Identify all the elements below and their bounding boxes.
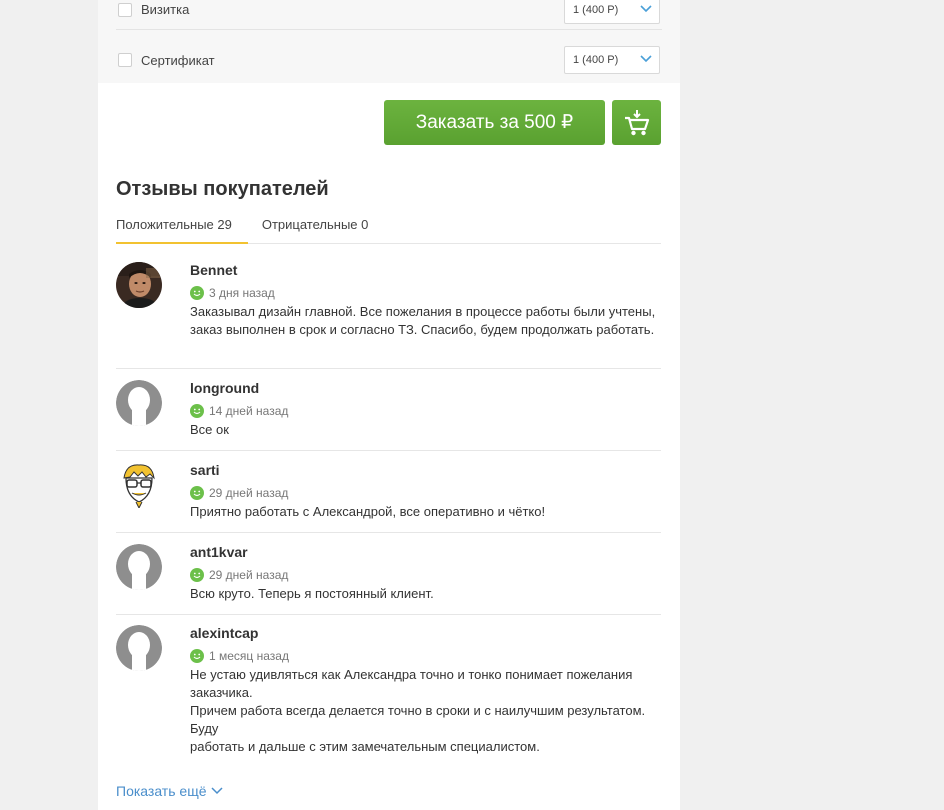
review-text: Не устаю удивляться как Александра точно… (190, 666, 660, 756)
review-time: 29 дней назад (209, 568, 289, 582)
positive-smile-icon (190, 568, 204, 582)
review-time: 1 месяц назад (209, 649, 289, 663)
reviews-tabs: Положительные 29 Отрицательные 0 (116, 206, 661, 244)
review-text: Все ок (190, 422, 229, 437)
review-body: ant1kvar 29 дней назад Всю круто. Теперь… (190, 544, 660, 603)
review-meta: 29 дней назад (190, 568, 660, 582)
reviewer-name[interactable]: Bennet (190, 262, 660, 280)
review-time: 14 дней назад (209, 404, 289, 418)
review-meta: 14 дней назад (190, 404, 660, 418)
select-value: 1 (400 Р) (573, 54, 619, 66)
order-button[interactable]: Заказать за 500 ₽ (384, 100, 605, 145)
review-body: Bennet 3 дня назад Заказывал дизайн глав… (190, 262, 660, 339)
review-text-line: работать и дальше с этим замечательным с… (190, 739, 540, 754)
review-meta: 29 дней назад (190, 486, 660, 500)
select-value: 1 (400 Р) (573, 3, 619, 16)
positive-smile-icon (190, 404, 204, 418)
quantity-select-certificate[interactable]: 1 (400 Р) (564, 46, 660, 74)
default-user-icon (116, 380, 162, 426)
reviewer-name[interactable]: ant1kvar (190, 544, 660, 562)
option-row-vizitka: Визитка 1 (400 Р) (116, 0, 662, 30)
review-item: sarti 29 дней назад Приятно работать с А… (116, 462, 661, 533)
review-body: sarti 29 дней назад Приятно работать с А… (190, 462, 660, 521)
tab-positive[interactable]: Положительные 29 (116, 206, 248, 244)
quantity-select-vizitka[interactable]: 1 (400 Р) (564, 0, 660, 24)
show-more-label: Показать ещё (116, 783, 207, 799)
review-time: 29 дней назад (209, 486, 289, 500)
review-text: Всю круто. Теперь я постоянный клиент. (190, 586, 434, 601)
review-item: longround 14 дней назад Все ок (116, 380, 661, 451)
positive-smile-icon (190, 286, 204, 300)
reviews-title: Отзывы покупателей (116, 178, 329, 200)
show-more-link[interactable]: Показать ещё (116, 783, 223, 799)
cart-add-icon (624, 109, 649, 135)
review-meta: 3 дня назад (190, 286, 660, 300)
review-text: Приятно работать с Александрой, все опер… (190, 504, 546, 519)
option-row-certificate: Сертификат 1 (400 Р) (116, 40, 662, 80)
option-checkbox-certificate[interactable] (118, 53, 132, 67)
reviewer-name[interactable]: sarti (190, 462, 660, 480)
review-text-line: Причем работа всегда делается точно в ср… (190, 703, 646, 736)
review-item: alexintcap 1 месяц назад Не устаю удивля… (116, 625, 661, 765)
add-to-cart-button[interactable] (612, 100, 661, 145)
avatar[interactable] (116, 544, 162, 590)
order-card: Визитка 1 (400 Р) Сертификат 1 (400 Р) З… (98, 0, 680, 810)
avatar[interactable] (116, 380, 162, 426)
reviewer-name[interactable]: longround (190, 380, 660, 398)
reviewer-name[interactable]: alexintcap (190, 625, 660, 643)
avatar[interactable] (116, 262, 162, 308)
positive-smile-icon (190, 486, 204, 500)
default-user-icon (116, 625, 162, 671)
review-body: longround 14 дней назад Все ок (190, 380, 660, 439)
chevron-down-icon (640, 55, 652, 63)
option-checkbox-vizitka[interactable] (118, 2, 132, 17)
cartoon-avatar-icon (116, 462, 162, 508)
avatar[interactable] (116, 625, 162, 671)
review-body: alexintcap 1 месяц назад Не устаю удивля… (190, 625, 660, 756)
review-text: Заказывал дизайн главной. Все пожелания … (190, 304, 656, 337)
option-label: Визитка (141, 2, 190, 17)
tab-negative[interactable]: Отрицательные 0 (262, 206, 369, 244)
default-user-icon (116, 544, 162, 590)
options-panel: Визитка 1 (400 Р) Сертификат 1 (400 Р) (98, 0, 680, 83)
positive-smile-icon (190, 649, 204, 663)
review-time: 3 дня назад (209, 286, 275, 300)
user-photo-icon (116, 262, 162, 308)
avatar[interactable] (116, 462, 162, 508)
review-text-line: Не устаю удивляться как Александра точно… (190, 667, 633, 700)
review-item: ant1kvar 29 дней назад Всю круто. Теперь… (116, 544, 661, 615)
option-label: Сертификат (141, 52, 215, 68)
chevron-down-icon (210, 787, 223, 795)
review-meta: 1 месяц назад (190, 649, 660, 663)
review-item: Bennet 3 дня назад Заказывал дизайн глав… (116, 262, 661, 369)
chevron-down-icon (640, 4, 652, 12)
